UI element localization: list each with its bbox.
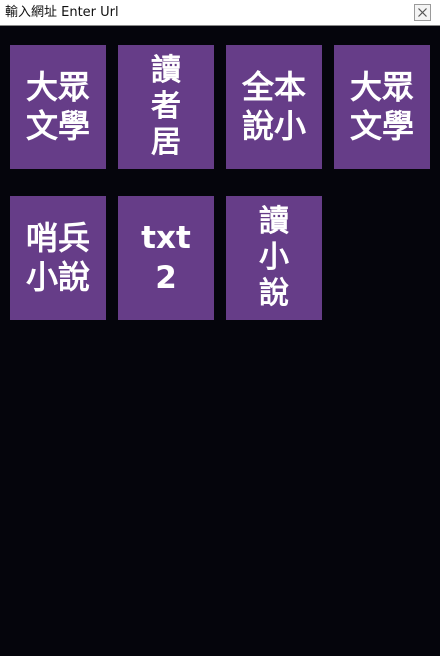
tile-label-line: 文學 [349, 107, 414, 145]
tile-label-line: 說小 [241, 107, 306, 145]
tile-label-line: 小 [259, 240, 289, 275]
site-tile-duzheju[interactable]: 讀 者 居 [118, 45, 214, 169]
site-tile-txt2[interactable]: txt 2 [118, 196, 214, 320]
tile-label-line: 2 [155, 260, 177, 296]
tile-label-line: 大眾 [25, 68, 90, 106]
site-tile-dazhong-wenxue-2[interactable]: 大眾 文學 [334, 45, 430, 169]
tile-label-line: 大眾 [349, 68, 414, 106]
url-bar [0, 0, 440, 26]
tile-label-line: 文學 [25, 107, 90, 145]
site-tile-dazhong-wenxue[interactable]: 大眾 文學 [10, 45, 106, 169]
tile-label-line: 說 [259, 276, 289, 311]
tile-label-line: 讀 [151, 53, 181, 88]
tile-label-line: 居 [151, 125, 181, 160]
close-button[interactable] [414, 4, 431, 21]
close-icon [418, 8, 427, 17]
tile-label-line: 全本 [241, 68, 306, 106]
tile-label-line: 小說 [25, 258, 90, 296]
site-tile-du-xiaoshuo[interactable]: 讀 小 說 [226, 196, 322, 320]
tile-label-line: 哨兵 [25, 219, 90, 257]
tile-label-line: 者 [151, 89, 181, 124]
url-input[interactable] [1, 2, 411, 23]
site-tile-quanben-xiaoshuo[interactable]: 全本 說小 [226, 45, 322, 169]
site-tile-shaobing-xiaoshuo[interactable]: 哨兵 小說 [10, 196, 106, 320]
tile-label-line: txt [141, 220, 191, 256]
tile-label-line: 讀 [259, 204, 289, 239]
